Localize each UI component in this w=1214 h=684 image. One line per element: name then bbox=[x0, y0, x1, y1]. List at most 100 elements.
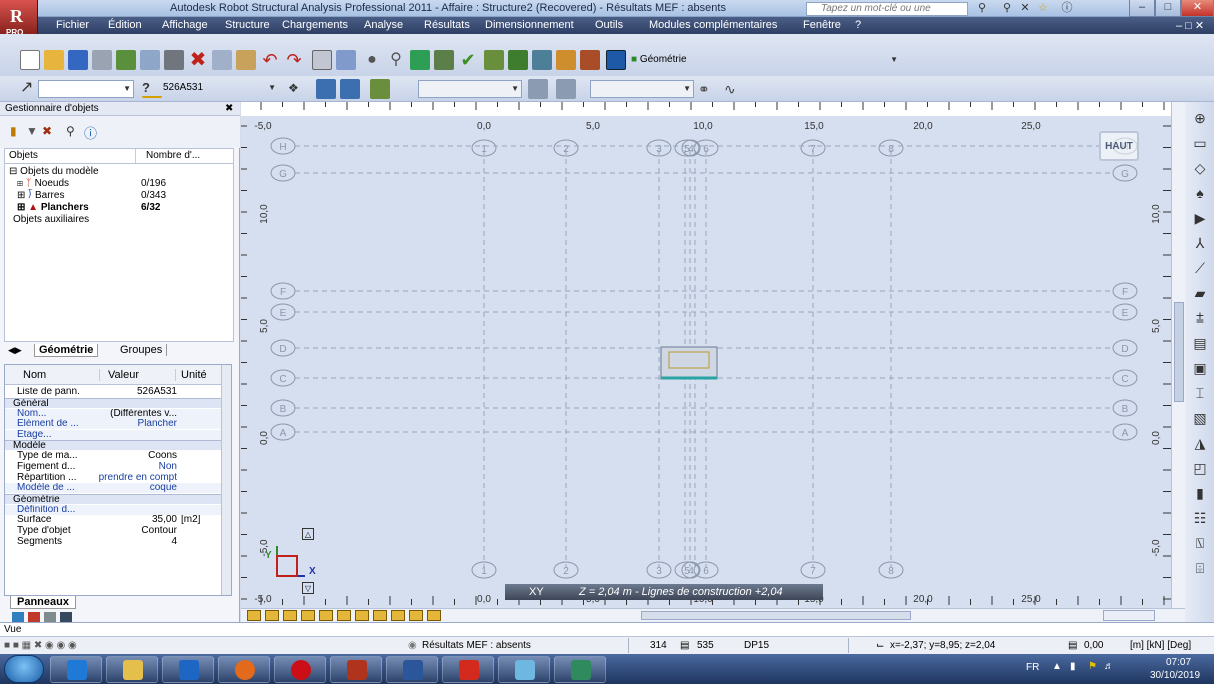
column-tool-icon[interactable]: ▧ bbox=[1191, 410, 1209, 426]
property-row[interactable]: Type de ma... Coons bbox=[5, 451, 221, 461]
menu-help[interactable]: ? bbox=[855, 19, 861, 31]
property-row[interactable]: Nom... (Différentes v... bbox=[5, 408, 221, 419]
print-preview-icon[interactable] bbox=[140, 50, 160, 70]
close-button[interactable]: ✕ bbox=[1181, 0, 1214, 17]
tools-icon[interactable] bbox=[580, 50, 600, 70]
menu-modules[interactable]: Modules complémentaires bbox=[649, 19, 777, 31]
story-combo[interactable]: ▼ bbox=[418, 80, 522, 98]
taskbar-opera[interactable] bbox=[274, 656, 326, 683]
display-icon[interactable]: ✔ bbox=[458, 50, 478, 70]
tray-arrow-icon[interactable]: ▲ bbox=[1052, 661, 1062, 672]
view-icon-5[interactable] bbox=[319, 610, 333, 621]
property-row[interactable]: Modèle de ... coque bbox=[5, 483, 221, 494]
triangle-down-icon[interactable]: ▽ bbox=[302, 582, 314, 594]
stair-tool-icon[interactable]: ◮ bbox=[1191, 435, 1209, 451]
selection-list-combo[interactable]: 526A531 ▼ bbox=[160, 80, 278, 98]
property-row[interactable]: Segments 4 bbox=[5, 537, 221, 547]
calculations-icon[interactable] bbox=[336, 50, 356, 70]
view-icon-7[interactable] bbox=[355, 610, 369, 621]
tree-item-noeuds[interactable]: ⊞ ᛉ Noeuds bbox=[17, 178, 69, 189]
search-icon[interactable]: ⚲ bbox=[66, 124, 75, 138]
tray-flag-icon[interactable]: ⚑ bbox=[1088, 661, 1097, 672]
foundation-tool-icon[interactable]: ▮ bbox=[1191, 485, 1209, 501]
help-search-input[interactable]: Tapez un mot-clé ou une expression bbox=[806, 2, 968, 26]
menu-edition[interactable]: Édition bbox=[108, 19, 142, 31]
selection-tool-icon[interactable]: ▮ bbox=[10, 124, 17, 138]
property-row[interactable]: Liste de pann... 526A531 bbox=[5, 387, 221, 397]
filter-icon[interactable]: ❖ bbox=[288, 78, 308, 98]
tree-item-planchers[interactable]: ⊞ ▲ Planchers bbox=[17, 202, 89, 213]
view-icon-3[interactable] bbox=[283, 610, 297, 621]
layout-icon[interactable] bbox=[606, 50, 626, 70]
property-row[interactable]: Figement d... Non bbox=[5, 462, 221, 472]
taskbar-autocad[interactable] bbox=[554, 656, 606, 683]
clock-time[interactable]: 07:07 bbox=[1166, 657, 1191, 668]
frame-tool-icon[interactable]: ⌹ bbox=[1191, 560, 1209, 576]
col-nombre[interactable]: Nombre d'... bbox=[135, 149, 200, 163]
calculator-icon[interactable] bbox=[312, 50, 332, 70]
print-icon[interactable] bbox=[92, 50, 112, 70]
start-button[interactable] bbox=[4, 655, 44, 683]
property-row[interactable]: Élément de ... Plancher bbox=[5, 419, 221, 430]
horizontal-scroll-thumb[interactable] bbox=[641, 611, 911, 620]
zoom-icon[interactable]: ⚲ bbox=[386, 50, 406, 70]
model-icon[interactable] bbox=[532, 50, 552, 70]
property-row[interactable]: Répartition ... prendre en compt bbox=[5, 473, 221, 483]
menu-fenetre[interactable]: Fenêtre bbox=[803, 19, 841, 31]
taskbar-paint[interactable] bbox=[498, 656, 550, 683]
taskbar-robot[interactable] bbox=[330, 656, 382, 683]
close-panel-icon[interactable]: ✖ bbox=[225, 103, 233, 114]
view-plane-label[interactable]: XY bbox=[529, 584, 544, 600]
support-tool-icon[interactable]: ◇ bbox=[1191, 160, 1209, 176]
new-file-icon[interactable] bbox=[20, 50, 40, 70]
scroll-thumb[interactable] bbox=[1174, 302, 1184, 402]
copy-icon[interactable] bbox=[212, 50, 232, 70]
save-icon[interactable] bbox=[68, 50, 88, 70]
release-tool-icon[interactable]: ♠ bbox=[1191, 185, 1209, 201]
view-back-icon[interactable] bbox=[340, 79, 360, 99]
cladding-tool-icon[interactable]: ▣ bbox=[1191, 360, 1209, 376]
taskbar-outlook[interactable] bbox=[162, 656, 214, 683]
selection-help-icon[interactable]: ? bbox=[142, 78, 162, 98]
load-tool-icon[interactable]: ▶ bbox=[1191, 210, 1209, 226]
taskbar-word[interactable] bbox=[386, 656, 438, 683]
rotate-icon[interactable]: ⚭ bbox=[698, 79, 718, 99]
maximize-button[interactable]: □ bbox=[1155, 0, 1181, 17]
view-icon-8[interactable] bbox=[373, 610, 387, 621]
menu-analyse[interactable]: Analyse bbox=[364, 19, 403, 31]
print-setup-icon[interactable] bbox=[116, 50, 136, 70]
property-row[interactable]: Etage... bbox=[5, 429, 221, 440]
plane-icon[interactable] bbox=[528, 79, 548, 99]
view-cube[interactable]: HAUT bbox=[1099, 131, 1139, 161]
select-cursor-icon[interactable]: ↗ bbox=[20, 78, 40, 98]
plane-combo[interactable]: ▼ bbox=[590, 80, 694, 98]
node-tool-icon[interactable]: ⊕ bbox=[1191, 110, 1209, 126]
loads-icon[interactable] bbox=[556, 50, 576, 70]
tree-item-model[interactable]: ⊟ Objets du modèle bbox=[9, 166, 99, 177]
clock-date[interactable]: 30/10/2019 bbox=[1150, 670, 1200, 681]
beam-tool-icon[interactable]: ⌶ bbox=[1191, 385, 1209, 401]
bar-tool-icon[interactable]: ⟋ bbox=[1191, 260, 1209, 276]
property-row[interactable]: Surface 35,00 [m2] bbox=[5, 515, 221, 525]
delete-icon[interactable]: ✖ bbox=[188, 50, 208, 70]
binoculars-icon[interactable]: ⚲ bbox=[975, 2, 989, 15]
taskbar-explorer[interactable] bbox=[106, 656, 158, 683]
taskbar-acrobat[interactable] bbox=[442, 656, 494, 683]
paste-icon[interactable] bbox=[236, 50, 256, 70]
view-icon-1[interactable] bbox=[247, 610, 261, 621]
lock-icon[interactable]: ● bbox=[362, 50, 382, 70]
plane-up-icon[interactable] bbox=[556, 79, 576, 99]
triangle-up-icon[interactable]: △ bbox=[302, 528, 314, 540]
mdi-controls[interactable]: – □ ✕ bbox=[1176, 19, 1204, 32]
menu-chargements[interactable]: Chargements bbox=[282, 19, 348, 31]
redo-icon[interactable]: ↷ bbox=[284, 50, 304, 70]
view-icon-6[interactable] bbox=[337, 610, 351, 621]
view-icon-11[interactable] bbox=[427, 610, 441, 621]
model-viewport[interactable]: -5,0-5,00,00,05,05,010,010,015,015,020,0… bbox=[241, 102, 1171, 622]
open-folder-icon[interactable] bbox=[44, 50, 64, 70]
properties-scrollbar[interactable] bbox=[221, 365, 231, 595]
structure-tool-icon[interactable]: ⅄ bbox=[1191, 235, 1209, 251]
tray-network-icon[interactable]: ▮ bbox=[1070, 661, 1076, 672]
wave-icon[interactable]: ∿ bbox=[724, 79, 744, 99]
undo-icon[interactable]: ↶ bbox=[260, 50, 280, 70]
